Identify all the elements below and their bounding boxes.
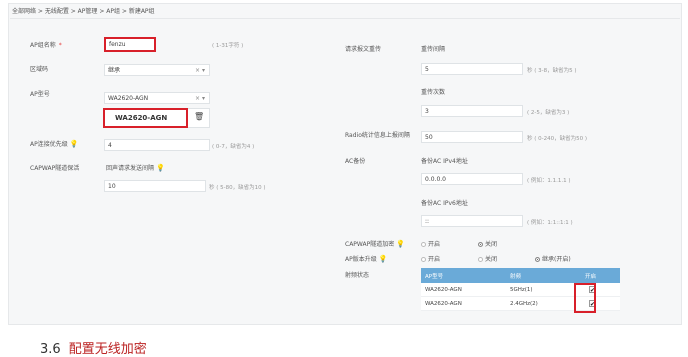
radio-icon xyxy=(421,242,426,247)
table-header-radio: 射频 xyxy=(506,268,581,283)
priority-label: AP连接优先级 💡 xyxy=(30,139,78,148)
ipv4-hint: ( 例如：1.1.1.1 ) xyxy=(527,178,571,184)
ipv4-input[interactable]: 0.0.0.0 xyxy=(421,173,523,185)
upgrade-inherit-text: 继承(开启) xyxy=(542,256,571,263)
retrans-interval-input[interactable]: 5 xyxy=(421,63,523,75)
table-cell-radio: 5GHz(1) xyxy=(506,283,581,297)
model-select[interactable]: WA2620-AGN × ▾ xyxy=(104,92,210,104)
model-added-tag: WA2620-AGN xyxy=(103,108,188,128)
highlight-box xyxy=(574,283,596,313)
model-select-value: WA2620-AGN xyxy=(108,95,149,102)
upgrade-label-text: AP版本升级 xyxy=(345,256,377,263)
radio-report-label: Radio统计信息上报间隔 xyxy=(345,132,410,139)
table-cell-radio: 2.4GHz(2) xyxy=(506,296,581,311)
retrans-count-input[interactable]: 3 xyxy=(421,105,523,117)
region-label: 区域码 xyxy=(30,66,49,73)
encrypt-on-text: 开启 xyxy=(428,241,441,248)
upgrade-on-text: 开启 xyxy=(428,256,441,263)
group-name-input[interactable]: fenzu xyxy=(104,37,156,52)
table-cell-model: WA2620-AGN xyxy=(421,296,506,311)
radio-report-hint: 秒 ( 0-240，缺省为50 ) xyxy=(527,136,588,142)
upgrade-off-text: 关闭 xyxy=(485,256,498,263)
radio-selected-icon xyxy=(535,257,540,262)
select-clear-arrow-icon: × ▾ xyxy=(195,95,205,102)
group-name-hint: ( 1-31字符 ) xyxy=(212,43,244,49)
section-heading: 3.6 配置无线加密 xyxy=(40,338,147,357)
table-header-enabled: 开启 xyxy=(581,268,620,283)
upgrade-inherit-radio[interactable]: 继承(开启) xyxy=(535,254,571,263)
priority-input[interactable]: 4 xyxy=(104,139,210,151)
lightbulb-icon[interactable]: 💡 xyxy=(379,255,388,263)
retrans-interval-hint: 秒 ( 3-8，缺省为5 ) xyxy=(527,68,577,74)
region-select-value: 继承 xyxy=(108,67,121,74)
model-label: AP型号 xyxy=(30,91,50,98)
radio-selected-icon xyxy=(478,242,483,247)
echo-label-text: 回声请求发送间隔 xyxy=(106,165,155,172)
encrypt-on-radio[interactable]: 开启 xyxy=(421,239,440,248)
radio-state-label: 射频状态 xyxy=(345,272,370,279)
encrypt-off-text: 关闭 xyxy=(485,241,498,248)
echo-interval-hint: 秒 ( 5-80，缺省为10 ) xyxy=(209,185,266,191)
upgrade-on-radio[interactable]: 开启 xyxy=(421,254,440,263)
lightbulb-icon[interactable]: 💡 xyxy=(70,140,79,148)
retrans-interval-label: 重传间隔 xyxy=(421,46,446,53)
radio-report-input[interactable]: 50 xyxy=(421,131,523,143)
table-header-model: AP型号 xyxy=(421,268,506,283)
echo-interval-input[interactable]: 10 xyxy=(104,180,206,192)
upgrade-off-radio[interactable]: 关闭 xyxy=(478,254,497,263)
table-cell-model: WA2620-AGN xyxy=(421,283,506,297)
required-mark: * xyxy=(58,42,62,49)
echo-label: 回声请求发送间隔 💡 xyxy=(106,163,165,172)
lightbulb-icon[interactable]: 💡 xyxy=(396,240,405,248)
radio-icon xyxy=(478,257,483,262)
lightbulb-icon[interactable]: 💡 xyxy=(156,164,165,172)
ipv6-label: 备份AC IPv6地址 xyxy=(421,200,468,207)
breadcrumb: 全部网络 > 无线配置 > AP管理 > AP组 > 新建AP组 xyxy=(10,6,680,19)
retrans-label: 请求报文重传 xyxy=(345,46,382,53)
ac-backup-label: AC备份 xyxy=(345,158,366,165)
delete-icon[interactable]: 🗑 xyxy=(194,112,204,121)
encrypt-label: CAPWAP隧道加密 💡 xyxy=(345,239,405,248)
encrypt-off-radio[interactable]: 关闭 xyxy=(478,239,497,248)
upgrade-label: AP版本升级 💡 xyxy=(345,254,387,263)
group-name-label-text: AP组名称 xyxy=(30,42,56,49)
priority-label-text: AP连接优先级 xyxy=(30,141,68,148)
retrans-count-hint: ( 2-5，缺省为3 ) xyxy=(527,110,570,116)
ipv6-hint: ( 例如：1:1::1:1 ) xyxy=(527,220,573,226)
ipv4-label: 备份AC IPv4地址 xyxy=(421,158,468,165)
region-select[interactable]: 继承 × ▾ xyxy=(104,64,210,76)
group-name-label: AP组名称 * xyxy=(30,40,62,49)
capwap-keepalive-label: CAPWAP隧道保活 xyxy=(30,165,80,172)
retrans-count-label: 重传次数 xyxy=(421,89,446,96)
encrypt-label-text: CAPWAP隧道加密 xyxy=(345,241,395,248)
radio-icon xyxy=(421,257,426,262)
ipv6-input[interactable]: :: xyxy=(421,215,523,227)
priority-hint: ( 0-7，缺省为4 ) xyxy=(212,144,255,150)
select-clear-arrow-icon: × ▾ xyxy=(195,67,205,74)
